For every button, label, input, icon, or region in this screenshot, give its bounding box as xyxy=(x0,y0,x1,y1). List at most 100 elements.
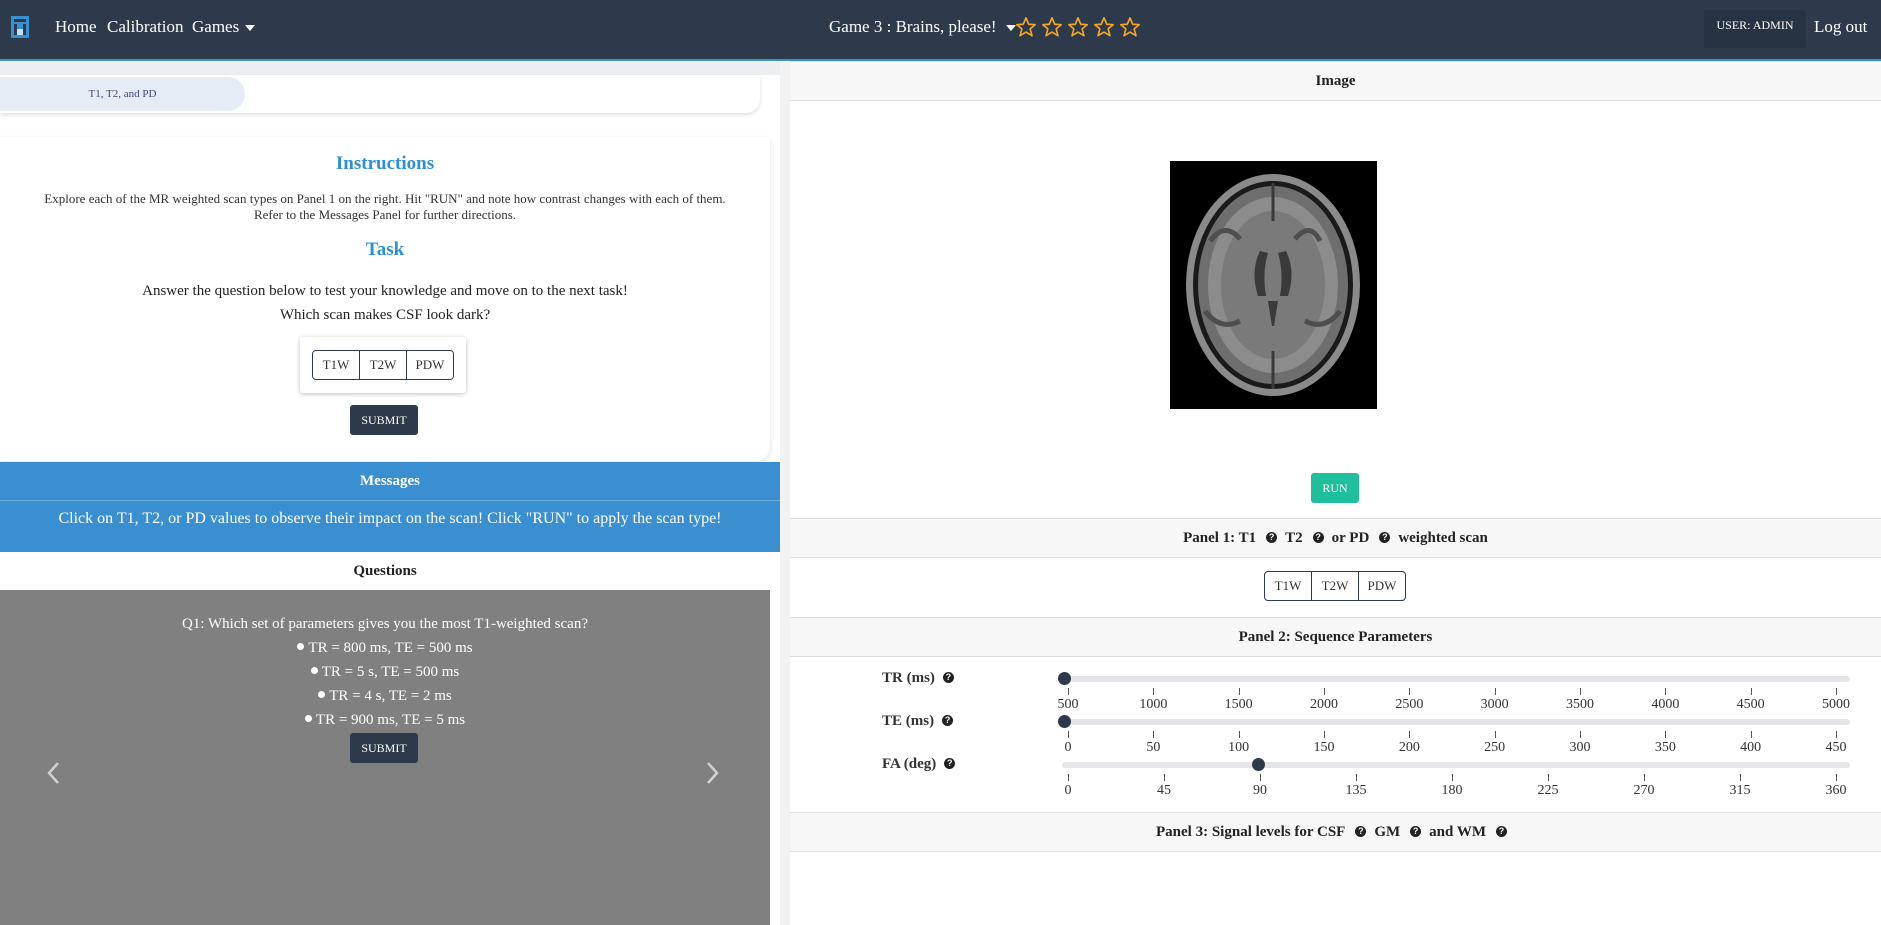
help-icon[interactable]: ? xyxy=(942,672,954,684)
slider-tick-label: 4000 xyxy=(1651,697,1680,712)
panel3-title: Panel 3: Signal levels for CSF? GM? and WM… xyxy=(790,812,1881,852)
chevron-left-icon[interactable] xyxy=(44,760,64,786)
bullet-icon xyxy=(318,691,326,699)
scan-t1w-button[interactable]: T1W xyxy=(1265,572,1312,600)
instructions-title: Instructions xyxy=(335,153,435,174)
column-divider xyxy=(780,61,790,925)
help-icon[interactable]: ? xyxy=(1410,826,1422,838)
instructions-line-2: Refer to the Messages Panel for further … xyxy=(253,207,517,222)
messages-panel: Messages Click on T1, T2, or PD values t… xyxy=(0,462,780,552)
user-badge[interactable]: USER: ADMIN xyxy=(1704,10,1806,48)
slider-tick-label: 400 xyxy=(1740,740,1762,755)
star-icon[interactable] xyxy=(1041,16,1063,38)
slider-tick-label: 2500 xyxy=(1395,697,1424,712)
slider-tick-label: 225 xyxy=(1537,783,1559,798)
slider-tick-label: 1000 xyxy=(1139,697,1168,712)
slider-tick xyxy=(1238,731,1240,738)
nav-games-label: Games xyxy=(192,17,240,36)
bullet-icon xyxy=(310,667,318,675)
answer-t2w-button[interactable]: T2W xyxy=(360,351,407,379)
slider-tick xyxy=(1665,688,1667,695)
slider-tick xyxy=(1153,688,1155,695)
panel1-title-pd: or PD xyxy=(1331,530,1370,546)
question-option-label: TR = 4 s, TE = 2 ms xyxy=(329,688,452,704)
task-submit-button[interactable]: SUBMIT xyxy=(350,405,418,435)
slider-tick xyxy=(1750,731,1752,738)
star-icon[interactable] xyxy=(1067,16,1089,38)
questions-carousel: Q1: Which set of parameters gives you th… xyxy=(0,590,770,925)
help-icon[interactable]: ? xyxy=(1312,532,1324,544)
slider-tick-label: 270 xyxy=(1633,783,1655,798)
slider-track[interactable] xyxy=(1062,762,1850,768)
slider-tick-label: 250 xyxy=(1484,740,1506,755)
help-icon[interactable]: ? xyxy=(1266,532,1278,544)
slider-tick xyxy=(1494,688,1496,695)
slider-thumb[interactable] xyxy=(1058,715,1071,728)
scan-t2w-button[interactable]: T2W xyxy=(1312,572,1359,600)
help-icon[interactable]: ? xyxy=(1495,826,1507,838)
slider-tick xyxy=(1164,774,1165,781)
question-text: Q1: Which set of parameters gives you th… xyxy=(181,616,588,632)
question-submit-button[interactable]: SUBMIT xyxy=(350,733,418,763)
slider-tick xyxy=(1836,731,1837,738)
help-icon[interactable]: ? xyxy=(1355,826,1367,838)
nav-calibration-link[interactable]: Calibration xyxy=(107,17,183,37)
slider-tick-label: 100 xyxy=(1228,740,1250,755)
te-label: TE (ms)? xyxy=(882,713,961,730)
question-option[interactable]: TR = 5 s, TE = 500 ms xyxy=(0,664,770,681)
help-icon[interactable]: ? xyxy=(942,715,954,727)
question-option[interactable]: TR = 4 s, TE = 2 ms xyxy=(0,688,770,705)
app-logo-icon[interactable] xyxy=(10,15,30,39)
slider-tick-label: 1500 xyxy=(1224,697,1253,712)
star-icon[interactable] xyxy=(1093,16,1115,38)
slider-tick-label: 45 xyxy=(1157,783,1171,798)
game-title: Game 3 : Brains, please! xyxy=(829,17,997,36)
star-icon[interactable] xyxy=(1015,16,1037,38)
instructions-text: Explore each of the MR weighted scan typ… xyxy=(20,191,750,223)
chevron-right-icon[interactable] xyxy=(702,760,722,786)
panel1-title: Panel 1: T1? T2? or PD? weighted scan xyxy=(790,518,1881,558)
nav-home-link[interactable]: Home xyxy=(55,17,97,37)
help-icon[interactable]: ? xyxy=(1379,532,1391,544)
slider-tick-label: 0 xyxy=(1064,740,1072,755)
task-answer-group: T1W T2W PDW xyxy=(312,350,454,380)
nav-games-dropdown[interactable]: Games xyxy=(192,17,256,37)
question-option[interactable]: TR = 800 ms, TE = 500 ms xyxy=(0,640,770,657)
slider-tick-label: 4500 xyxy=(1736,697,1765,712)
slider-track[interactable] xyxy=(1062,676,1850,682)
slider-tick xyxy=(1068,688,1069,695)
tr-label: TR (ms)? xyxy=(882,670,962,687)
task-title: Task xyxy=(365,239,405,260)
slider-thumb[interactable] xyxy=(1252,758,1265,771)
star-icon[interactable] xyxy=(1119,16,1141,38)
panel1-title-suffix: weighted scan xyxy=(1398,530,1488,546)
logout-link[interactable]: Log out xyxy=(1814,17,1867,37)
slider-thumb[interactable] xyxy=(1058,672,1071,685)
rating-stars xyxy=(1015,16,1141,38)
slider-tick-label: 90 xyxy=(1253,783,1267,798)
tab-t1-t2-pd[interactable]: T1, T2, and PD xyxy=(0,77,245,111)
mri-brain-image xyxy=(1170,161,1377,409)
slider-tick xyxy=(1548,774,1549,781)
image-panel-title: Image xyxy=(790,61,1881,101)
game-selector-dropdown[interactable]: Game 3 : Brains, please! xyxy=(829,17,1016,37)
question-option[interactable]: TR = 900 ms, TE = 5 ms xyxy=(0,712,770,729)
slider-tick xyxy=(1740,774,1741,781)
slider-tick xyxy=(1452,774,1453,781)
slider-track[interactable] xyxy=(1062,719,1850,725)
chevron-down-icon xyxy=(245,25,256,32)
tabbar-background xyxy=(0,61,780,75)
help-icon[interactable]: ? xyxy=(944,758,956,770)
run-button[interactable]: RUN xyxy=(1311,473,1359,503)
slider-tick-label: 450 xyxy=(1825,740,1847,755)
slider-tick xyxy=(1750,688,1752,695)
task-answer-box: T1W T2W PDW xyxy=(300,337,466,393)
scan-pdw-button[interactable]: PDW xyxy=(1359,572,1405,600)
slider-tick-label: 50 xyxy=(1146,740,1161,755)
slider-tick xyxy=(1324,731,1325,738)
slider-tick xyxy=(1356,774,1357,781)
instructions-line-1: Explore each of the MR weighted scan typ… xyxy=(44,191,726,206)
answer-t1w-button[interactable]: T1W xyxy=(313,351,360,379)
panel3-title-prefix: Panel 3: Signal levels for CSF xyxy=(1156,824,1346,840)
answer-pdw-button[interactable]: PDW xyxy=(407,351,453,379)
